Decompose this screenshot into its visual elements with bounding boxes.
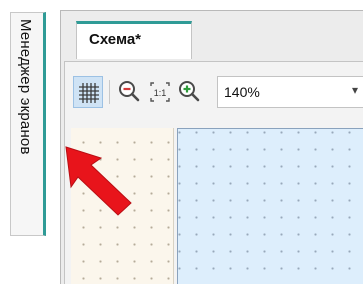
grid-icon [79, 83, 99, 103]
toolbar-separator [109, 80, 110, 104]
actual-size-button[interactable]: 1:1 [145, 76, 175, 108]
tab-schema-label: Схема* [89, 31, 142, 48]
toolbar-row: 1:1 140% ▾ [73, 76, 363, 110]
element-palette [71, 128, 174, 284]
actual-size-text: 1:1 [154, 88, 167, 98]
tab-schema[interactable]: Схема* [76, 21, 192, 59]
screen-manager-tab-label: Менеджер экранов [17, 19, 34, 155]
zoom-out-icon [119, 81, 140, 102]
screenshot: Менеджер экранов Схема* 1:1 140% ▾ [0, 0, 363, 284]
editor-work-area [65, 126, 363, 284]
zoom-in-icon [179, 81, 200, 102]
zoom-level-select[interactable]: 140% ▾ [217, 76, 363, 108]
schema-canvas[interactable] [177, 128, 363, 284]
zoom-out-button[interactable] [115, 76, 145, 108]
grid-toggle-button[interactable] [73, 76, 103, 108]
main-window: Схема* 1:1 140% ▾ [60, 10, 363, 284]
actual-size-icon: 1:1 [150, 82, 170, 102]
chevron-down-icon: ▾ [352, 83, 359, 97]
schema-editor: 1:1 140% ▾ [64, 61, 363, 284]
zoom-in-button[interactable] [175, 76, 205, 108]
editor-toolbar: 1:1 140% ▾ [65, 62, 363, 126]
screen-manager-tab[interactable]: Менеджер экранов [10, 12, 46, 236]
document-tab-bar: Схема* [61, 11, 363, 61]
zoom-level-value: 140% [224, 84, 260, 100]
left-dock: Менеджер экранов [0, 0, 60, 284]
